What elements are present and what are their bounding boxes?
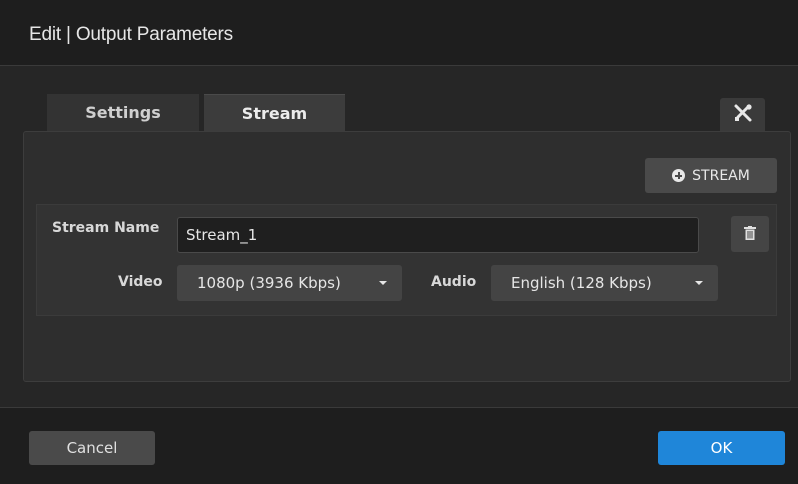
add-stream-label: STREAM [692,167,750,184]
plus-circle-icon [672,169,686,182]
chevron-down-icon [695,281,703,285]
audio-select[interactable]: English (128 Kbps) [491,265,718,301]
video-select-value: 1080p (3936 Kbps) [197,274,341,292]
video-label: Video [118,274,163,290]
delete-stream-button[interactable] [731,216,769,252]
stream-name-label: Stream Name [52,220,160,236]
dialog-title: Edit | Output Parameters [29,24,233,45]
edit-output-parameters-dialog: Edit | Output Parameters Settings Stream… [0,0,798,484]
tab-settings[interactable]: Settings [47,94,199,132]
trash-icon [744,225,756,244]
video-select[interactable]: 1080p (3936 Kbps) [177,265,402,301]
audio-select-value: English (128 Kbps) [511,274,652,292]
tools-button[interactable] [720,98,765,131]
dialog-header: Edit | Output Parameters [0,0,798,66]
cancel-button[interactable]: Cancel [29,431,155,465]
audio-label: Audio [431,274,477,290]
add-stream-button[interactable]: STREAM [645,158,777,193]
wrench-screwdriver-icon [733,103,753,127]
chevron-down-icon [379,281,387,285]
tab-stream[interactable]: Stream [204,94,345,132]
stream-name-input[interactable] [177,217,699,253]
ok-button[interactable]: OK [658,431,785,465]
